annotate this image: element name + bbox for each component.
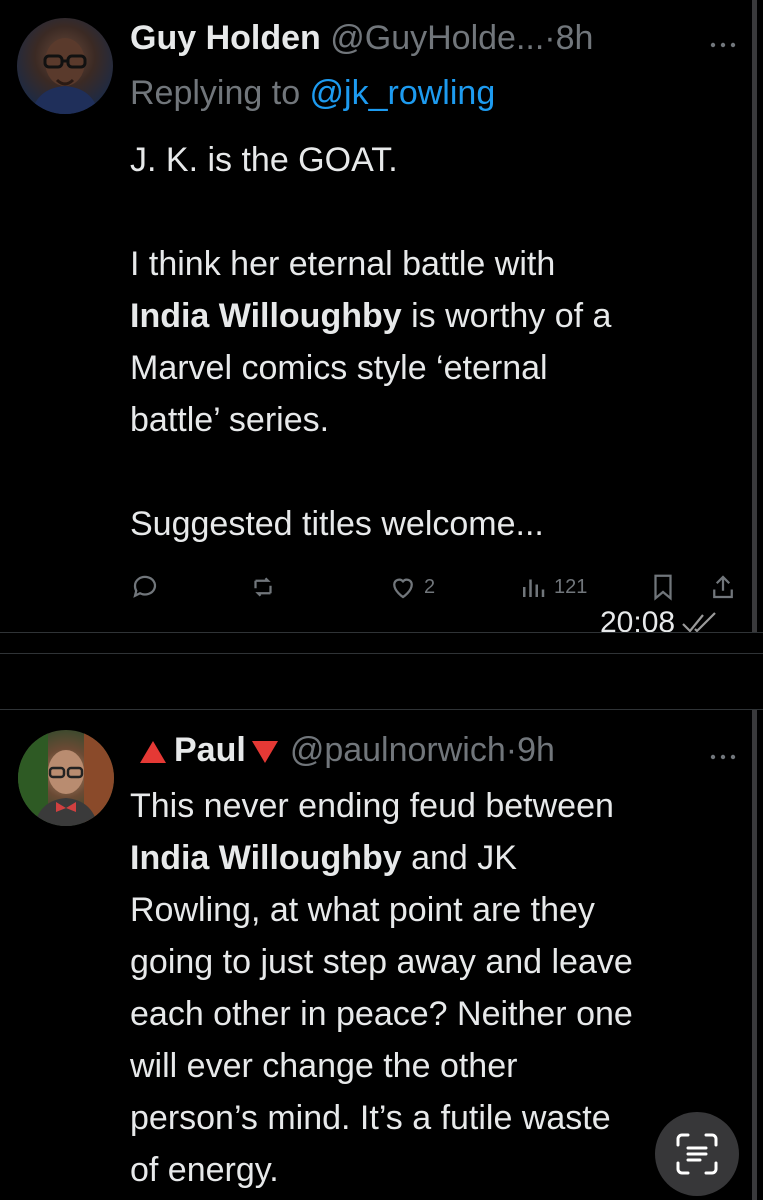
scroll-edge <box>752 710 757 1200</box>
avatar-person-icon <box>18 730 114 826</box>
replying-to-label: Replying to <box>130 74 310 112</box>
text-line: of energy. <box>130 1151 279 1189</box>
message-time: 20:08 <box>600 606 676 639</box>
views-icon <box>523 579 545 597</box>
divider <box>0 653 763 654</box>
tweet-age[interactable]: 9h <box>517 731 555 769</box>
scroll-edge <box>752 0 757 632</box>
like-count: 2 <box>424 575 436 598</box>
author-name[interactable]: Guy Holden <box>130 19 321 57</box>
text-line: J. K. is the GOAT. <box>130 141 398 179</box>
text-line: I think her eternal battle with <box>130 245 556 283</box>
tweet-header: Paul @paulnorwich·9h <box>140 730 555 770</box>
text-line: battle’ series. <box>130 401 330 439</box>
red-triangle-down-icon <box>251 741 278 764</box>
reply-button[interactable] <box>130 572 166 602</box>
text-line: Rowling, at what point are they <box>130 891 595 929</box>
views-button[interactable]: 121 <box>518 572 587 602</box>
avatar[interactable] <box>17 18 113 114</box>
text-line: Marvel comics style ‘eternal <box>130 349 548 387</box>
text-line: India Willoughby is worthy of a <box>130 290 611 342</box>
divider <box>0 632 763 633</box>
separator-dot: · <box>544 19 556 57</box>
text-fragment: is worthy of a <box>401 297 612 335</box>
text-line: Suggested titles welcome... <box>130 505 544 543</box>
reply-icon <box>133 575 157 598</box>
repost-icon <box>254 577 272 597</box>
author-handle[interactable]: @paulnorwich <box>290 731 506 769</box>
message-meta: 20:08 <box>600 606 723 640</box>
tweet-text: J. K. is the GOAT. I think her eternal b… <box>130 134 611 550</box>
ellipsis-icon[interactable] <box>710 30 736 50</box>
bold-name: India Willoughby <box>130 839 402 877</box>
share-icon <box>713 575 733 599</box>
scan-text-button[interactable] <box>655 1112 739 1196</box>
text-fragment: and JK <box>401 839 517 877</box>
text-line: going to just step away and leave <box>130 943 633 981</box>
separator-dot: · <box>505 731 518 769</box>
text-line: This never ending feud between <box>130 787 614 825</box>
like-button[interactable]: 2 <box>388 572 435 602</box>
replying-to: Replying to @jk_rowling <box>130 73 495 113</box>
text-line: will ever change the other <box>130 1047 518 1085</box>
tweet-age[interactable]: 8h <box>556 19 594 57</box>
ellipsis-icon[interactable] <box>710 742 736 762</box>
reply-mention-link[interactable]: @jk_rowling <box>310 74 496 112</box>
bookmark-button[interactable] <box>648 572 678 602</box>
text-line: each other in peace? Neither one <box>130 995 633 1033</box>
red-triangle-up-icon <box>140 741 166 764</box>
bookmark-icon <box>654 574 672 601</box>
scan-text-icon <box>676 1133 718 1175</box>
repost-button[interactable] <box>248 572 284 602</box>
tweet-actions: 2 121 <box>130 572 742 608</box>
author-handle[interactable]: @GuyHolde... <box>330 19 544 57</box>
avatar-person-icon <box>31 38 99 114</box>
tweet-header: Guy Holden @GuyHolde...·8h <box>130 18 593 58</box>
heart-icon <box>393 578 413 599</box>
share-button[interactable] <box>708 572 738 602</box>
avatar[interactable] <box>18 730 114 826</box>
text-line: person’s mind. It’s a futile waste <box>130 1099 611 1137</box>
author-name[interactable]: Paul <box>174 731 246 769</box>
text-line: India Willoughby and JK <box>130 832 633 884</box>
tweet-text: This never ending feud between India Wil… <box>130 780 633 1196</box>
view-count: 121 <box>554 575 588 598</box>
bold-name: India Willoughby <box>130 297 402 335</box>
